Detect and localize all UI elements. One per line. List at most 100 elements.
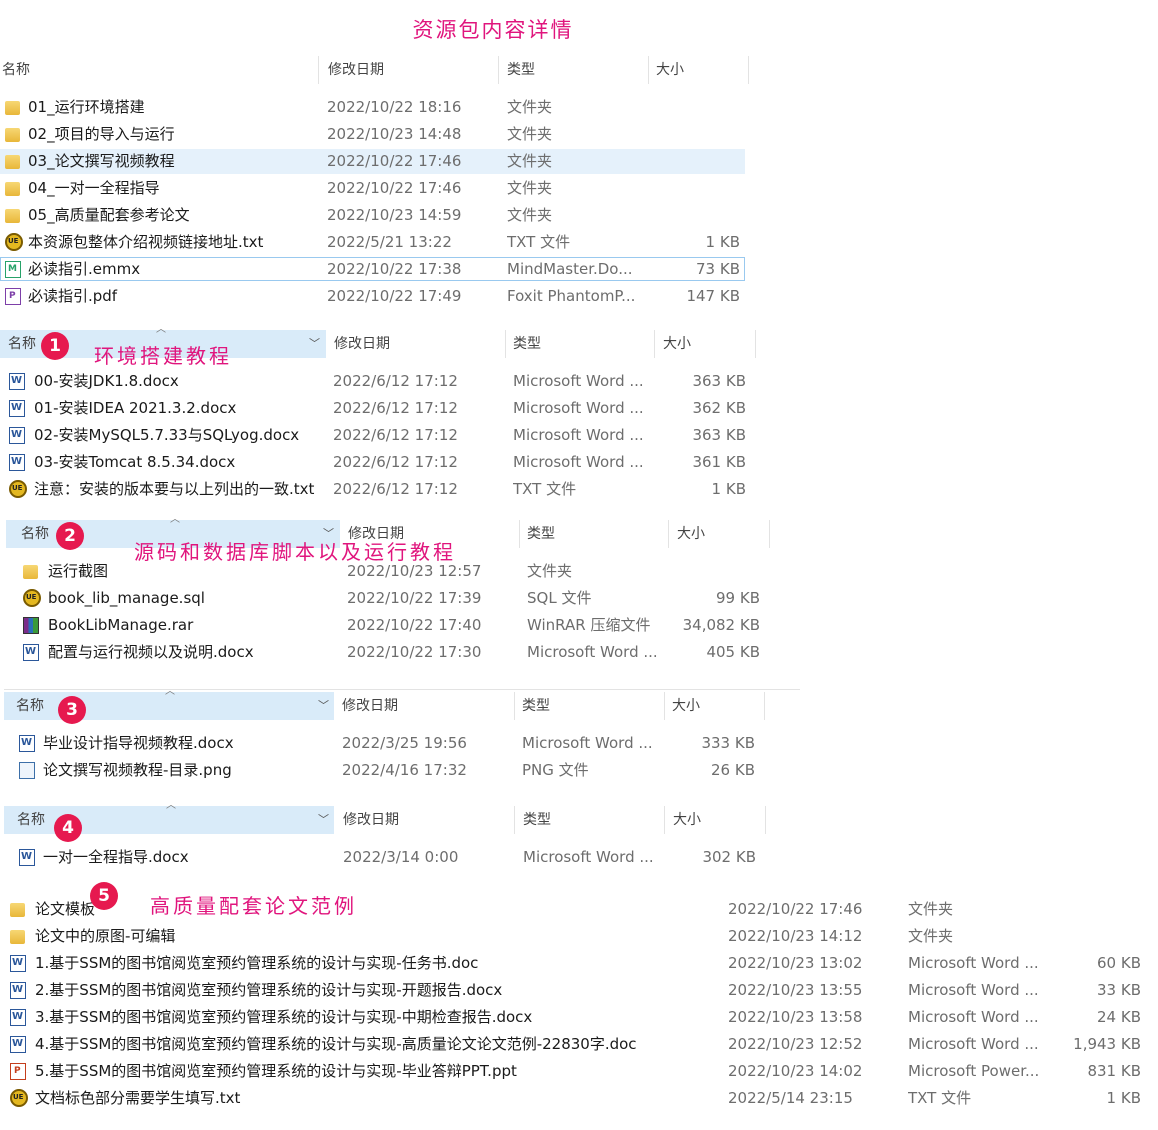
column-header-name[interactable]: 名称: [17, 806, 45, 834]
column-divider[interactable]: [764, 692, 765, 720]
file-row[interactable]: 文档标色部分需要学生填写.txt 2022/5/14 23:15 TXT 文件 1 K…: [0, 1085, 1158, 1112]
file-modified-date: 2022/4/16 17:32: [342, 761, 467, 779]
column-header-size[interactable]: 大小: [672, 692, 700, 720]
column-header-type[interactable]: 类型: [523, 806, 551, 834]
png-icon: [19, 762, 35, 779]
file-size: 333 KB: [701, 734, 755, 752]
column-header-name[interactable]: 名称: [16, 692, 44, 720]
file-size: 1,943 KB: [1073, 1035, 1141, 1053]
file-size: [1050, 923, 1141, 950]
column-divider[interactable]: [664, 692, 665, 720]
file-row[interactable]: 2.基于SSM的图书馆阅览室预约管理系统的设计与实现-开题报告.docx 2022…: [0, 977, 1158, 1004]
column-header-type[interactable]: 类型: [513, 330, 541, 358]
column-header-date[interactable]: 修改日期: [328, 56, 384, 84]
column-header-name[interactable]: 名称: [21, 520, 49, 548]
section-5-file-list: 论文模板 2022/10/22 17:46 文件夹 论文中的原图-可编辑 2022/10…: [0, 882, 1158, 1112]
file-row[interactable]: 01_运行环境搭建 2022/10/22 18:16 文件夹: [0, 94, 760, 121]
file-row[interactable]: 3.基于SSM的图书馆阅览室预约管理系统的设计与实现-中期检查报告.docx 20…: [0, 1004, 1158, 1031]
header-top-border: [4, 689, 800, 690]
file-row[interactable]: 02_项目的导入与运行 2022/10/23 14:48 文件夹: [0, 121, 760, 148]
file-row[interactable]: 本资源包整体介绍视频链接地址.txt 2022/5/21 13:22 TXT 文件 1…: [0, 229, 760, 256]
file-row[interactable]: 03_论文撰写视频教程 2022/10/22 17:46 文件夹: [0, 148, 760, 175]
file-name: 5.基于SSM的图书馆阅览室预约管理系统的设计与实现-毕业答辩PPT.ppt: [35, 1062, 517, 1080]
column-header-type[interactable]: 类型: [507, 56, 535, 84]
column-divider[interactable]: [514, 692, 515, 720]
file-name: 毕业设计指导视频教程.docx: [43, 734, 234, 752]
file-row[interactable]: 5.基于SSM的图书馆阅览室预约管理系统的设计与实现-毕业答辩PPT.ppt 20…: [0, 1058, 1158, 1085]
column-divider[interactable]: [668, 520, 669, 548]
file-modified-date: 2022/10/22 17:38: [327, 260, 462, 278]
file-size: [650, 202, 740, 229]
column-divider[interactable]: [664, 806, 665, 834]
column-divider[interactable]: [748, 56, 749, 84]
file-type: 文件夹: [527, 562, 573, 580]
file-row[interactable]: 运行截图 2022/10/23 12:57 文件夹: [0, 558, 780, 585]
column-header-name[interactable]: 名称: [8, 330, 36, 358]
word-icon: [23, 644, 39, 661]
file-row[interactable]: 03-安装Tomcat 8.5.34.docx 2022/6/12 17:12 Mi…: [0, 449, 760, 476]
column-divider[interactable]: [519, 520, 520, 548]
sort-ascending-icon: ︿: [165, 686, 175, 697]
file-type: Microsoft Word ...: [513, 453, 644, 471]
column-divider[interactable]: [318, 56, 319, 84]
column-divider[interactable]: [654, 330, 655, 358]
mindmaster-icon: [5, 261, 21, 278]
file-row[interactable]: 配置与运行视频以及说明.docx 2022/10/22 17:30 Microsof…: [0, 639, 780, 666]
file-row[interactable]: 01-安装IDEA 2021.3.2.docx 2022/6/12 17:12 Mi…: [0, 395, 760, 422]
file-row[interactable]: 4.基于SSM的图书馆阅览室预约管理系统的设计与实现-高质量论文论文范例-228…: [0, 1031, 1158, 1058]
file-row[interactable]: 一对一全程指导.docx 2022/3/14 0:00 Microsoft Word…: [0, 844, 780, 871]
file-type: Microsoft Word ...: [513, 399, 644, 417]
file-size: 33 KB: [1097, 981, 1141, 999]
column-header-type[interactable]: 类型: [522, 692, 550, 720]
column-divider[interactable]: [755, 330, 756, 358]
file-name: 04_一对一全程指导: [28, 179, 160, 197]
file-size: 362 KB: [692, 399, 746, 417]
file-row[interactable]: book_lib_manage.sql 2022/10/22 17:39 SQL 文…: [0, 585, 780, 612]
column-filter-chevron-icon[interactable]: ﹀: [318, 692, 329, 720]
file-row[interactable]: 论文撰写视频教程-目录.png 2022/4/16 17:32 PNG 文件 26 K…: [0, 757, 800, 784]
column-header-type[interactable]: 类型: [527, 520, 555, 548]
file-row[interactable]: 论文中的原图-可编辑 2022/10/23 14:12 文件夹: [0, 923, 1158, 950]
file-row[interactable]: BookLibManage.rar 2022/10/22 17:40 WinRAR …: [0, 612, 780, 639]
file-modified-date: 2022/6/12 17:12: [333, 426, 458, 444]
column-filter-chevron-icon[interactable]: ﹀: [318, 806, 329, 834]
word-icon: [9, 373, 25, 390]
file-row[interactable]: 00-安装JDK1.8.docx 2022/6/12 17:12 Microsoft…: [0, 368, 760, 395]
word-icon: [10, 1036, 26, 1053]
file-row[interactable]: 注意：安装的版本要与以上列出的一致.txt 2022/6/12 17:12 TXT …: [0, 476, 760, 503]
column-divider[interactable]: [498, 56, 499, 84]
column-divider[interactable]: [505, 330, 506, 358]
file-row[interactable]: 毕业设计指导视频教程.docx 2022/3/25 19:56 Microsoft …: [0, 730, 800, 757]
column-divider[interactable]: [514, 806, 515, 834]
main-file-list: 名称 修改日期 类型 大小 01_运行环境搭建 2022/10/22 18:16 文…: [0, 56, 760, 310]
column-header-name[interactable]: 名称: [2, 56, 30, 84]
column-filter-chevron-icon[interactable]: ﹀: [309, 330, 320, 358]
file-modified-date: 2022/5/21 13:22: [327, 233, 452, 251]
column-divider[interactable]: [648, 56, 649, 84]
column-header-size[interactable]: 大小: [663, 330, 691, 358]
file-name: 01_运行环境搭建: [28, 98, 145, 116]
sort-ascending-icon: ︿: [170, 514, 180, 525]
column-header-date[interactable]: 修改日期: [334, 330, 390, 358]
file-name: 02-安装MySQL5.7.33与SQLyog.docx: [34, 426, 300, 444]
file-row[interactable]: 必读指引.emmx 2022/10/22 17:38 MindMaster.Do..…: [0, 256, 760, 283]
file-row[interactable]: 04_一对一全程指导 2022/10/22 17:46 文件夹: [0, 175, 760, 202]
column-header-size[interactable]: 大小: [673, 806, 701, 834]
file-type: 文件夹: [908, 900, 954, 918]
file-size: [650, 175, 740, 202]
column-divider[interactable]: [765, 806, 766, 834]
column-header-size[interactable]: 大小: [656, 56, 684, 84]
file-row[interactable]: 02-安装MySQL5.7.33与SQLyog.docx 2022/6/12 17…: [0, 422, 760, 449]
column-header-date[interactable]: 修改日期: [342, 692, 398, 720]
file-size: 34,082 KB: [682, 616, 760, 634]
file-row[interactable]: 05_高质量配套参考论文 2022/10/23 14:59 文件夹: [0, 202, 760, 229]
column-header-date[interactable]: 修改日期: [343, 806, 399, 834]
column-header-size[interactable]: 大小: [677, 520, 705, 548]
file-row[interactable]: 1.基于SSM的图书馆阅览室预约管理系统的设计与实现-任务书.doc 2022/1…: [0, 950, 1158, 977]
file-type: TXT 文件: [908, 1089, 972, 1107]
file-row[interactable]: 必读指引.pdf 2022/10/22 17:49 Foxit PhantomP..…: [0, 283, 760, 310]
folder-icon: [10, 903, 25, 917]
section-3-file-list: ︿ 名称 ﹀ 修改日期 类型 大小 3 毕业设计指导视频教程.docx 2022/…: [0, 686, 800, 784]
column-divider[interactable]: [769, 520, 770, 548]
file-size: 361 KB: [692, 453, 746, 471]
